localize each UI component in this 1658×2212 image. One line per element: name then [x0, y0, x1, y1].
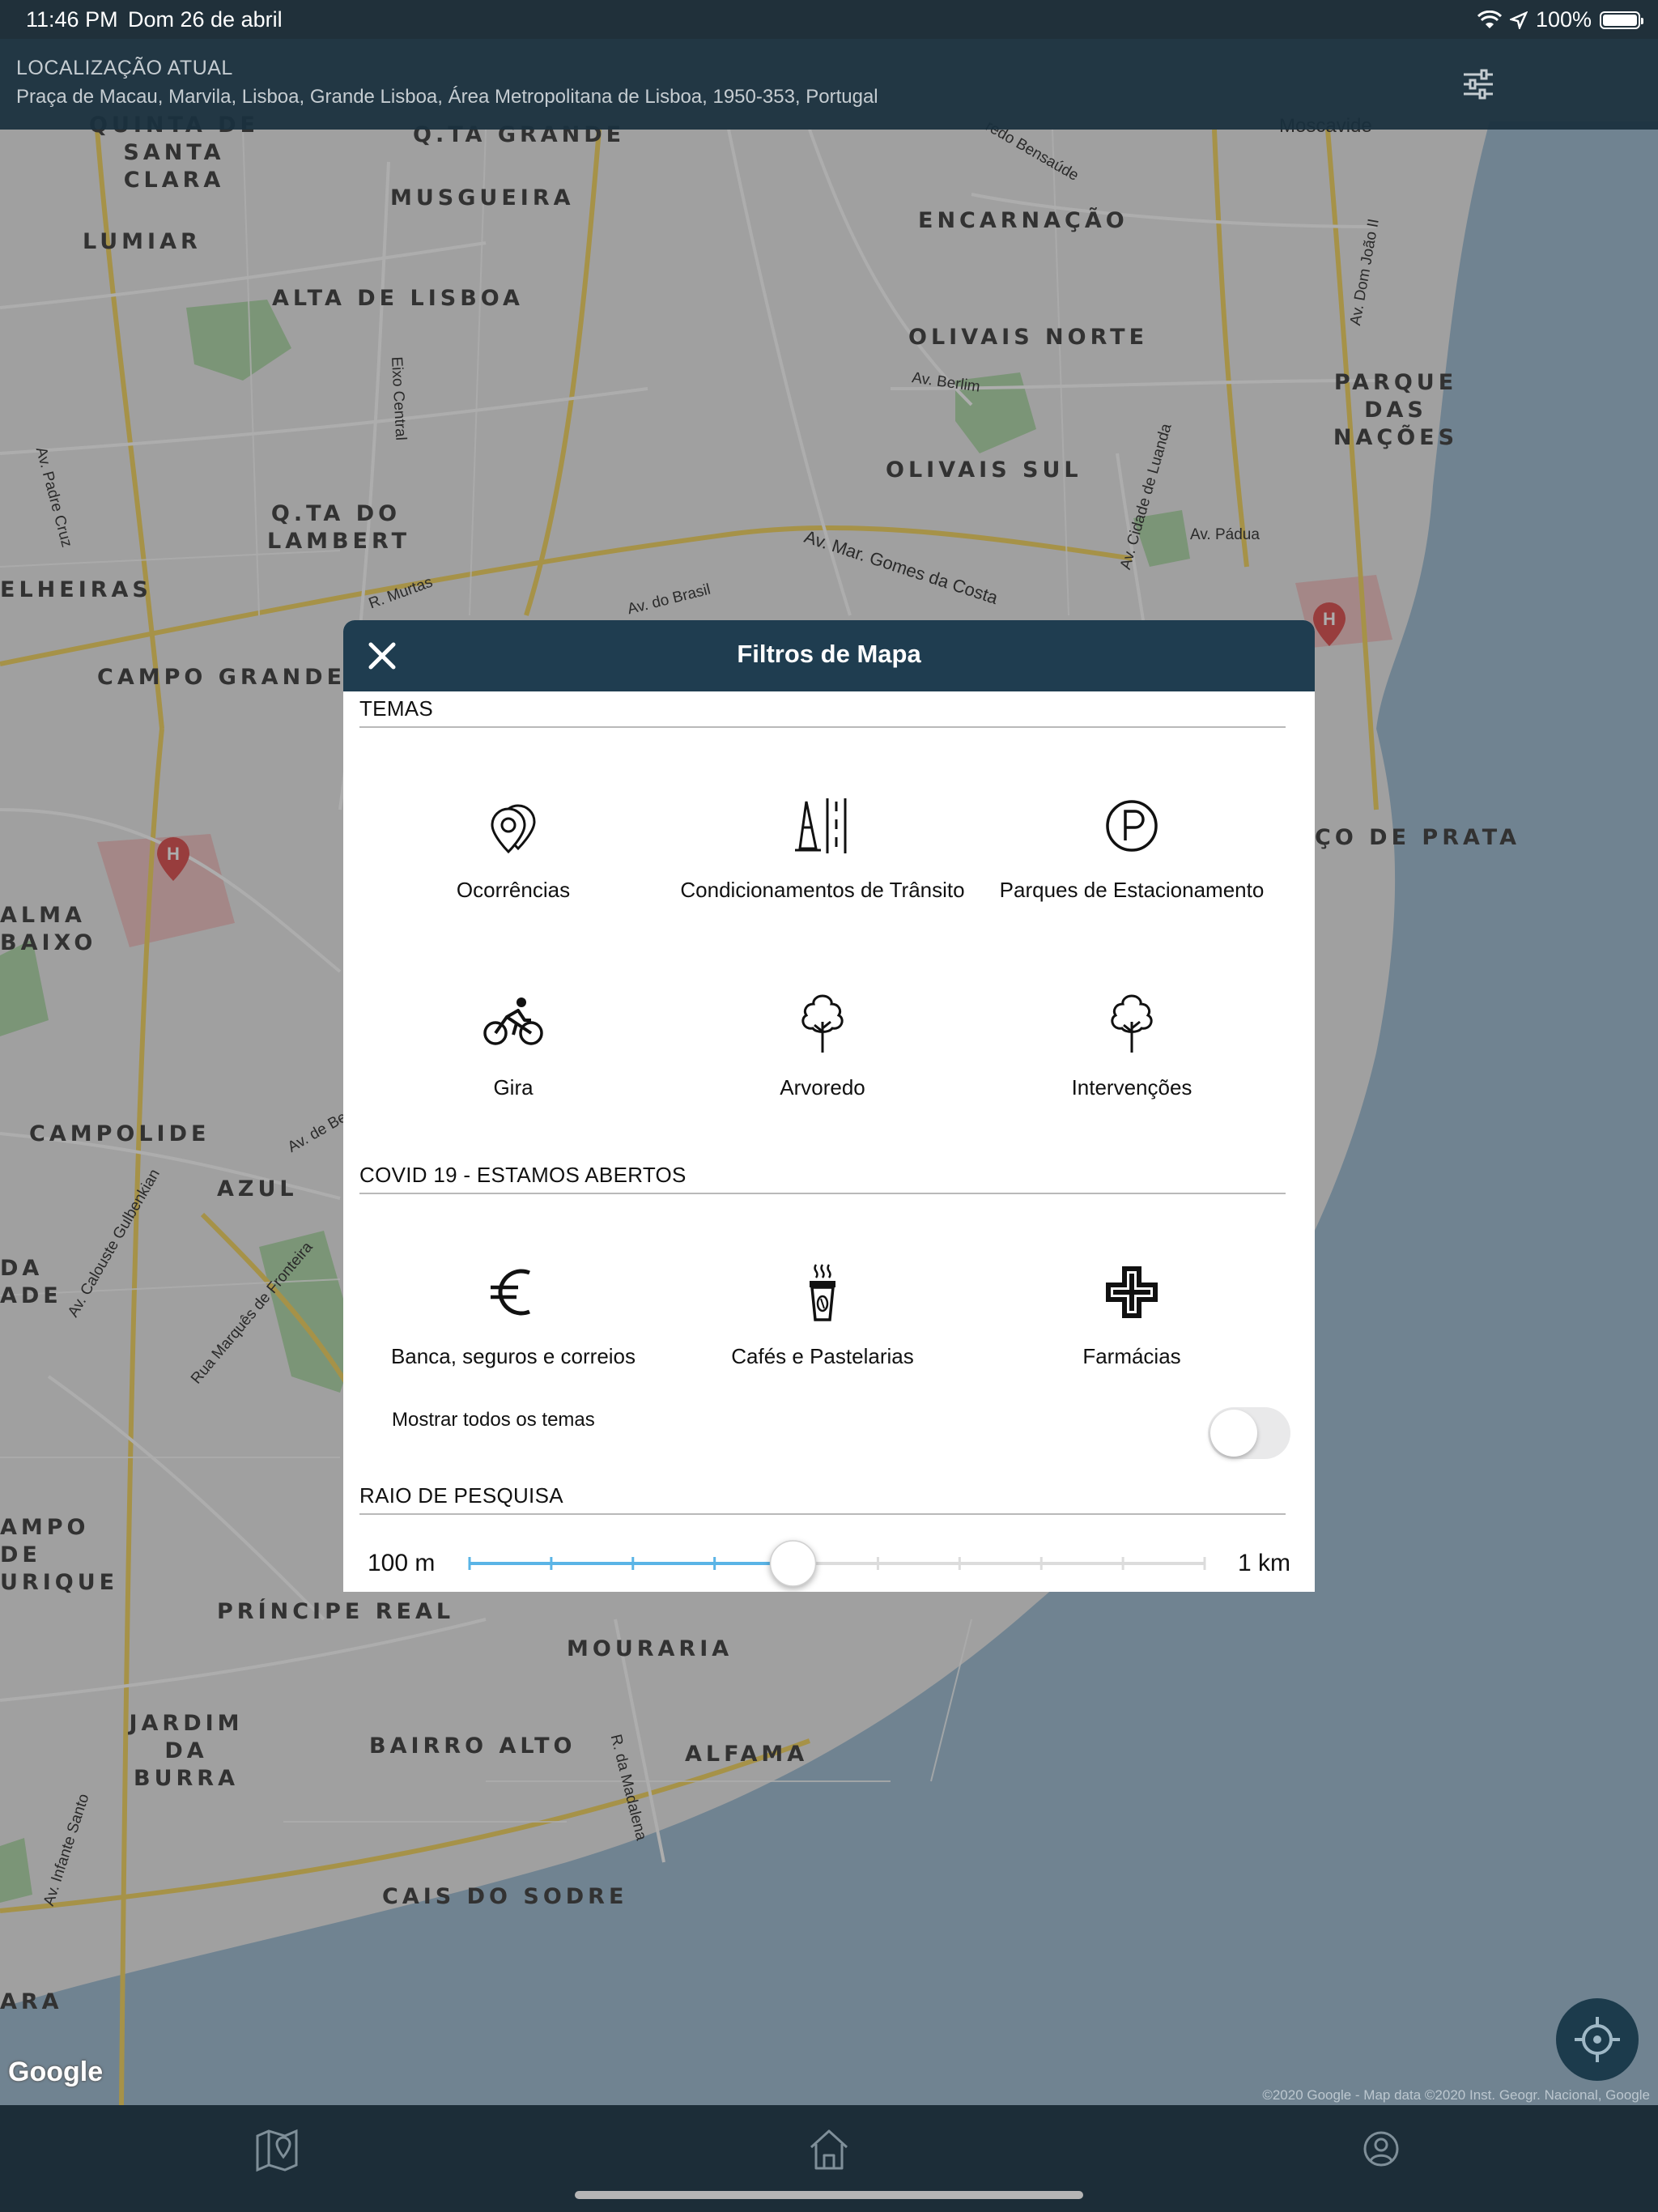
- radius-min-label: 100 m: [368, 1550, 436, 1576]
- battery-icon: [1600, 11, 1643, 29]
- tile-label: Arvoredo: [780, 1075, 865, 1100]
- location-address: Praça de Macau, Marvila, Lisboa, Grande …: [16, 86, 878, 108]
- tile-banca[interactable]: Banca, seguros e correios: [358, 1261, 669, 1369]
- modal-title: Filtros de Mapa: [737, 640, 921, 668]
- tile-label: Ocorrências: [456, 878, 571, 902]
- tile-intervencoes[interactable]: Intervenções: [976, 993, 1287, 1100]
- radius-slider[interactable]: [465, 1535, 1209, 1592]
- tile-arvoredo[interactable]: Arvoredo: [667, 993, 978, 1100]
- location-title: LOCALIZAÇÃO ATUAL: [16, 57, 233, 79]
- tile-label: Parques de Estacionamento: [999, 878, 1265, 902]
- sliders-icon[interactable]: [1460, 66, 1496, 102]
- tile-label: Farmácias: [1082, 1344, 1181, 1368]
- tile-ocorrencias[interactable]: Ocorrências: [358, 795, 669, 903]
- map-pins-icon: [491, 804, 536, 854]
- map-filters-modal: Filtros de Mapa TEMAS Ocorrências Condic…: [343, 620, 1315, 1592]
- tile-farmacias[interactable]: Farmácias: [976, 1261, 1287, 1369]
- crosshair-icon: [1575, 2017, 1620, 2062]
- radius-max-label: 1 km: [1237, 1550, 1290, 1576]
- map-pin-icon[interactable]: [253, 2125, 301, 2173]
- show-all-toggle[interactable]: [1208, 1407, 1290, 1459]
- home-indicator: [575, 2191, 1083, 2199]
- map-attribution: ©2020 Google - Map data ©2020 Inst. Geog…: [1262, 2087, 1650, 2103]
- google-logo: Google: [8, 2057, 104, 2087]
- euro-icon: [491, 1269, 530, 1316]
- locate-me-button[interactable]: [1556, 1998, 1639, 2081]
- coffee-cup-icon: [810, 1264, 835, 1321]
- home-icon[interactable]: [805, 2125, 853, 2173]
- section-title-raio: RAIO DE PESQUISA: [359, 1483, 1286, 1515]
- pharmacy-cross-icon: [1106, 1266, 1158, 1318]
- tile-cafes[interactable]: Cafés e Pastelarias: [667, 1261, 978, 1369]
- tile-label: Intervenções: [1071, 1075, 1192, 1100]
- slider-thumb[interactable]: [769, 1540, 817, 1587]
- tile-label: Gira: [493, 1075, 534, 1100]
- parking-icon: [1106, 800, 1158, 852]
- tree-icon: [801, 994, 844, 1053]
- user-icon[interactable]: [1357, 2125, 1405, 2173]
- tile-gira[interactable]: Gira: [358, 993, 669, 1100]
- tile-label: Cafés e Pastelarias: [731, 1344, 914, 1368]
- status-date: Dom 26 de abril: [128, 7, 283, 32]
- section-title-covid: COVID 19 - ESTAMOS ABERTOS: [359, 1163, 1286, 1194]
- tile-label: Banca, seguros e correios: [390, 1344, 636, 1368]
- status-bar: 11:46 PM Dom 26 de abril 100%: [0, 0, 1658, 39]
- wifi-icon: [1477, 10, 1502, 28]
- toggle-knob: [1210, 1410, 1257, 1457]
- status-right: 100%: [1477, 7, 1643, 32]
- status-time: 11:46 PM: [26, 7, 118, 32]
- bicycle-icon: [483, 998, 543, 1045]
- tile-parques[interactable]: Parques de Estacionamento: [976, 795, 1287, 903]
- tree-outline-icon: [1111, 994, 1153, 1053]
- tile-condicionamentos[interactable]: Condicionamentos de Trânsito: [667, 795, 978, 903]
- location-header: LOCALIZAÇÃO ATUAL Praça de Macau, Marvil…: [0, 39, 1658, 130]
- show-all-label: Mostrar todos os temas: [392, 1409, 595, 1431]
- traffic-cone-icon: [795, 798, 847, 853]
- modal-header: Filtros de Mapa: [343, 620, 1315, 691]
- tile-label: Condicionamentos de Trânsito: [680, 878, 965, 902]
- section-title-temas: TEMAS: [359, 696, 1286, 728]
- battery-percent: 100%: [1535, 7, 1592, 32]
- location-arrow-icon: [1509, 11, 1528, 29]
